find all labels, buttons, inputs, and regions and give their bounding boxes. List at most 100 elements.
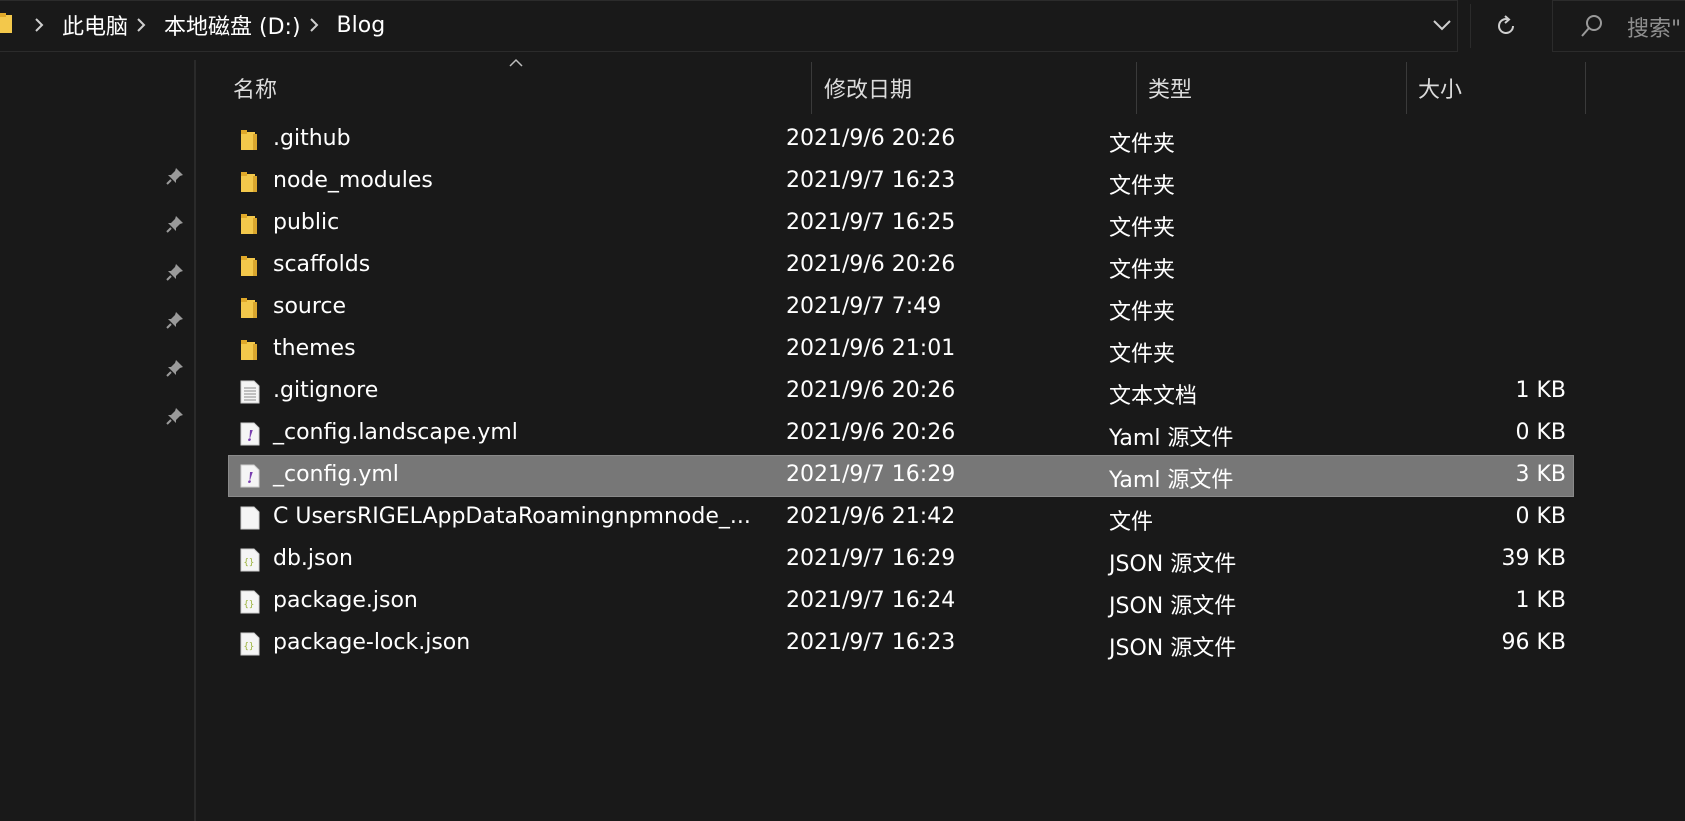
file-row[interactable]: .gitignore 2021/9/6 20:26 文本文档 1 KB — [229, 372, 1573, 412]
file-date: 2021/9/7 16:29 — [786, 546, 956, 571]
file-name: .gitignore — [273, 378, 379, 403]
json-file-icon: {} — [239, 590, 261, 614]
svg-text:{}: {} — [244, 600, 255, 610]
file-date: 2021/9/6 21:01 — [786, 336, 956, 361]
file-date: 2021/9/6 20:26 — [786, 420, 956, 445]
file-row[interactable]: {} db.json 2021/9/7 16:29 JSON 源文件 39 KB — [229, 540, 1573, 580]
folder-icon — [0, 13, 12, 33]
file-type: JSON 源文件 — [1109, 552, 1237, 577]
folder-icon — [239, 254, 261, 278]
file-date: 2021/9/7 7:49 — [786, 294, 942, 319]
file-row[interactable]: node_modules 2021/9/7 16:23 文件夹 — [229, 162, 1573, 202]
column-name[interactable]: 名称 — [233, 72, 277, 104]
file-date: 2021/9/7 16:23 — [786, 168, 956, 193]
column-divider[interactable] — [811, 62, 812, 114]
chevron-right-icon[interactable] — [309, 18, 319, 32]
yaml-file-icon: ! — [239, 464, 261, 488]
file-row[interactable]: C UsersRIGELAppDataRoamingnpmnode_... 202… — [229, 498, 1573, 538]
file-row[interactable]: {} package-lock.json 2021/9/7 16:23 JSON 源文… — [229, 624, 1573, 664]
file-size: 39 KB — [1501, 546, 1566, 571]
file-type: JSON 源文件 — [1109, 594, 1237, 619]
file-type: JSON 源文件 — [1109, 636, 1237, 661]
file-row[interactable]: {} package.json 2021/9/7 16:24 JSON 源文件 1 KB — [229, 582, 1573, 622]
file-name: scaffolds — [273, 252, 371, 277]
svg-text:{}: {} — [244, 642, 255, 652]
refresh-icon — [1498, 15, 1514, 34]
column-date[interactable]: 修改日期 — [824, 72, 912, 104]
file-size: 3 KB — [1515, 462, 1566, 487]
yaml-file-icon: ! — [239, 422, 261, 446]
svg-text:{}: {} — [244, 558, 255, 568]
file-name: _config.yml — [273, 462, 399, 487]
file-row[interactable]: scaffolds 2021/9/6 20:26 文件夹 — [229, 246, 1573, 286]
breadcrumb: 此电脑 本地磁盘 (D:) Blog — [34, 1, 385, 49]
pin-icon[interactable] — [163, 308, 187, 332]
search-input[interactable]: 搜索" — [1552, 0, 1685, 52]
file-type: 文件夹 — [1109, 342, 1176, 367]
file-row[interactable]: ! _config.landscape.yml 2021/9/6 20:26 Yaml… — [229, 414, 1573, 454]
file-type: 文本文档 — [1109, 384, 1198, 409]
breadcrumb-this-pc[interactable]: 此电脑 — [62, 9, 128, 41]
column-type[interactable]: 类型 — [1148, 72, 1192, 104]
pin-icon[interactable] — [163, 260, 187, 284]
file-type: Yaml 源文件 — [1109, 426, 1234, 451]
column-size[interactable]: 大小 — [1418, 72, 1462, 104]
file-type: 文件夹 — [1109, 216, 1176, 241]
refresh-button[interactable] — [1488, 8, 1524, 44]
file-name: _config.landscape.yml — [273, 420, 518, 445]
file-size: 96 KB — [1501, 630, 1566, 655]
folder-icon — [239, 296, 261, 320]
file-date: 2021/9/7 16:24 — [786, 588, 956, 613]
address-bar[interactable]: 此电脑 本地磁盘 (D:) Blog — [0, 0, 1458, 52]
file-row[interactable]: .github 2021/9/6 20:26 文件夹 — [229, 120, 1573, 160]
chevron-right-icon[interactable] — [136, 18, 146, 32]
pin-icon[interactable] — [163, 404, 187, 428]
file-size: 1 KB — [1515, 378, 1566, 403]
blank-file-icon — [239, 506, 261, 530]
svg-text:!: ! — [247, 427, 254, 445]
breadcrumb-blog[interactable]: Blog — [337, 13, 386, 38]
search-icon — [1581, 15, 1602, 37]
file-name: C UsersRIGELAppDataRoamingnpmnode_... — [273, 504, 751, 529]
file-row[interactable]: source 2021/9/7 7:49 文件夹 — [229, 288, 1573, 328]
svg-text:!: ! — [247, 469, 254, 487]
column-header: 名称 修改日期 类型 大小 — [196, 56, 1596, 116]
file-type: 文件 — [1109, 510, 1154, 535]
file-size: 1 KB — [1515, 588, 1566, 613]
pin-icon[interactable] — [163, 356, 187, 380]
column-divider[interactable] — [1585, 62, 1586, 114]
file-name: source — [273, 294, 347, 319]
file-row[interactable]: public 2021/9/7 16:25 文件夹 — [229, 204, 1573, 244]
pin-icon[interactable] — [163, 164, 187, 188]
file-date: 2021/9/6 20:26 — [786, 378, 956, 403]
file-date: 2021/9/6 20:26 — [786, 252, 956, 277]
file-name: themes — [273, 336, 356, 361]
file-type: Yaml 源文件 — [1109, 468, 1234, 493]
file-size: 0 KB — [1515, 504, 1566, 529]
folder-icon — [239, 128, 261, 152]
pin-icon[interactable] — [163, 212, 187, 236]
text-file-icon — [239, 380, 261, 404]
folder-icon — [239, 212, 261, 236]
json-file-icon: {} — [239, 548, 261, 572]
file-list: 名称 修改日期 类型 大小 .github 2021/9/6 20:26 文件夹 no… — [196, 56, 1685, 821]
file-date: 2021/9/7 16:29 — [786, 462, 956, 487]
address-history-button[interactable] — [1428, 13, 1456, 37]
chevron-right-icon[interactable] — [34, 18, 44, 32]
file-date: 2021/9/6 20:26 — [786, 126, 956, 151]
sort-ascending-icon — [509, 58, 523, 67]
file-type: 文件夹 — [1109, 258, 1176, 283]
file-name: public — [273, 210, 340, 235]
file-date: 2021/9/7 16:25 — [786, 210, 956, 235]
file-name: package-lock.json — [273, 630, 471, 655]
address-toolbar: 此电脑 本地磁盘 (D:) Blog 搜索" — [0, 0, 1685, 56]
navigation-pane[interactable] — [0, 56, 194, 821]
file-row[interactable]: ! _config.yml 2021/9/7 16:29 Yaml 源文件 3 KB — [228, 455, 1574, 497]
json-file-icon: {} — [239, 632, 261, 656]
column-divider[interactable] — [1136, 62, 1137, 114]
column-divider[interactable] — [1406, 62, 1407, 114]
file-name: package.json — [273, 588, 418, 613]
file-row[interactable]: themes 2021/9/6 21:01 文件夹 — [229, 330, 1573, 370]
breadcrumb-local-disk[interactable]: 本地磁盘 (D:) — [164, 9, 301, 41]
chevron-down-icon — [1433, 20, 1451, 31]
